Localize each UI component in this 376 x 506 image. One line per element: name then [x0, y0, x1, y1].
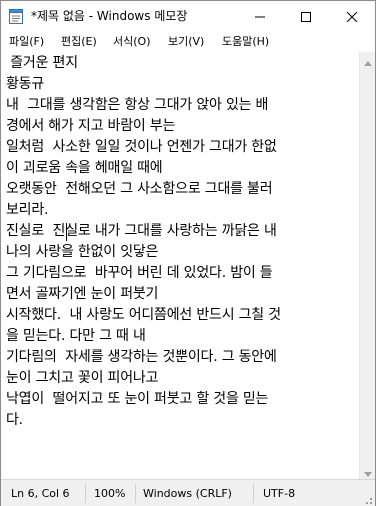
- status-bar: Ln 6, Col 6 100% Windows (CRLF) UTF-8: [1, 479, 375, 506]
- status-divider: [85, 484, 86, 503]
- scroll-down-button[interactable]: [360, 463, 376, 479]
- close-button[interactable]: [329, 1, 375, 31]
- close-icon: [346, 7, 358, 26]
- notepad-icon: [9, 8, 23, 24]
- editor-line: 일처럼 사소한 일일 것이나 언젠가 그대가 한없: [6, 139, 277, 155]
- window-title: *제목 없음 - Windows 메모장: [31, 9, 188, 23]
- editor-line: 다.: [6, 412, 23, 428]
- status-divider: [135, 484, 136, 503]
- notepad-window: *제목 없음 - Windows 메모장 파일(F) 편집(E) 서식(O) 보…: [0, 0, 376, 506]
- editor-line: 나의 사랑을 한없이 잇닿은: [6, 244, 159, 260]
- menu-format[interactable]: 서식(O): [111, 31, 152, 52]
- text-editor[interactable]: 즐거운 편지 황동규 내 그대를 생각함은 항상 그대가 앉아 있는 배 경에서…: [1, 52, 359, 479]
- maximize-button[interactable]: [283, 1, 329, 31]
- text-caret: [66, 223, 67, 241]
- menu-edit[interactable]: 편집(E): [59, 31, 99, 52]
- editor-line: 눈이 그치고 꽃이 피어나고: [6, 370, 159, 386]
- editor-line: 낙엽이 떨어지고 또 눈이 퍼붓고 할 것을 믿는: [6, 391, 269, 407]
- editor-line: 오랫동안 전해오던 그 사소함으로 그대를 불러: [6, 181, 273, 197]
- maximize-icon: [301, 7, 311, 26]
- menu-view[interactable]: 보기(V): [166, 31, 206, 52]
- editor-line: 시작했다. 내 사랑도 어디쯤에선 반드시 그칠 것: [6, 307, 281, 323]
- editor-line: 경에서 해가 지고 바람이 부는: [6, 118, 176, 134]
- minimize-icon: [255, 7, 265, 26]
- cursor-position: Ln 6, Col 6: [11, 487, 70, 500]
- chevron-up-icon: [364, 51, 372, 70]
- scroll-up-button[interactable]: [360, 52, 376, 68]
- status-divider: [253, 484, 254, 503]
- editor-line: 면서 골짜기엔 눈이 퍼붓기: [6, 286, 159, 302]
- menu-bar: 파일(F) 편집(E) 서식(O) 보기(V) 도움말(H): [1, 31, 375, 52]
- resize-grip-icon[interactable]: [361, 492, 373, 504]
- vertical-scrollbar[interactable]: [359, 52, 375, 479]
- editor-line: 내 그대를 생각함은 항상 그대가 앉아 있는 배: [6, 97, 269, 113]
- title-bar[interactable]: *제목 없음 - Windows 메모장: [1, 1, 375, 31]
- line-ending: Windows (CRLF): [143, 487, 232, 500]
- menu-file[interactable]: 파일(F): [7, 31, 46, 52]
- zoom-level: 100%: [94, 487, 126, 500]
- chevron-down-icon: [364, 462, 372, 481]
- minimize-button[interactable]: [237, 1, 283, 31]
- editor-line: 이 괴로움 속을 헤매일 때에: [6, 160, 163, 176]
- editor-line: 황동규: [6, 76, 45, 92]
- editor-line: 기다림의 자세를 생각하는 것뿐이다. 그 동안에: [6, 349, 277, 365]
- editor-line: 보리라.: [6, 202, 49, 218]
- menu-help[interactable]: 도움말(H): [220, 31, 271, 52]
- editor-line: 그 기다림으로 바꾸어 버린 데 있었다. 밤이 들: [6, 265, 273, 281]
- editor-line: 진실로 진실로 내가 그대를 사랑하는 까닭은 내: [6, 223, 277, 239]
- editor-line: 을 믿는다. 다만 그 때 내: [6, 328, 146, 344]
- editor-line: 즐거운 편지: [6, 55, 78, 71]
- encoding: UTF-8: [263, 487, 296, 500]
